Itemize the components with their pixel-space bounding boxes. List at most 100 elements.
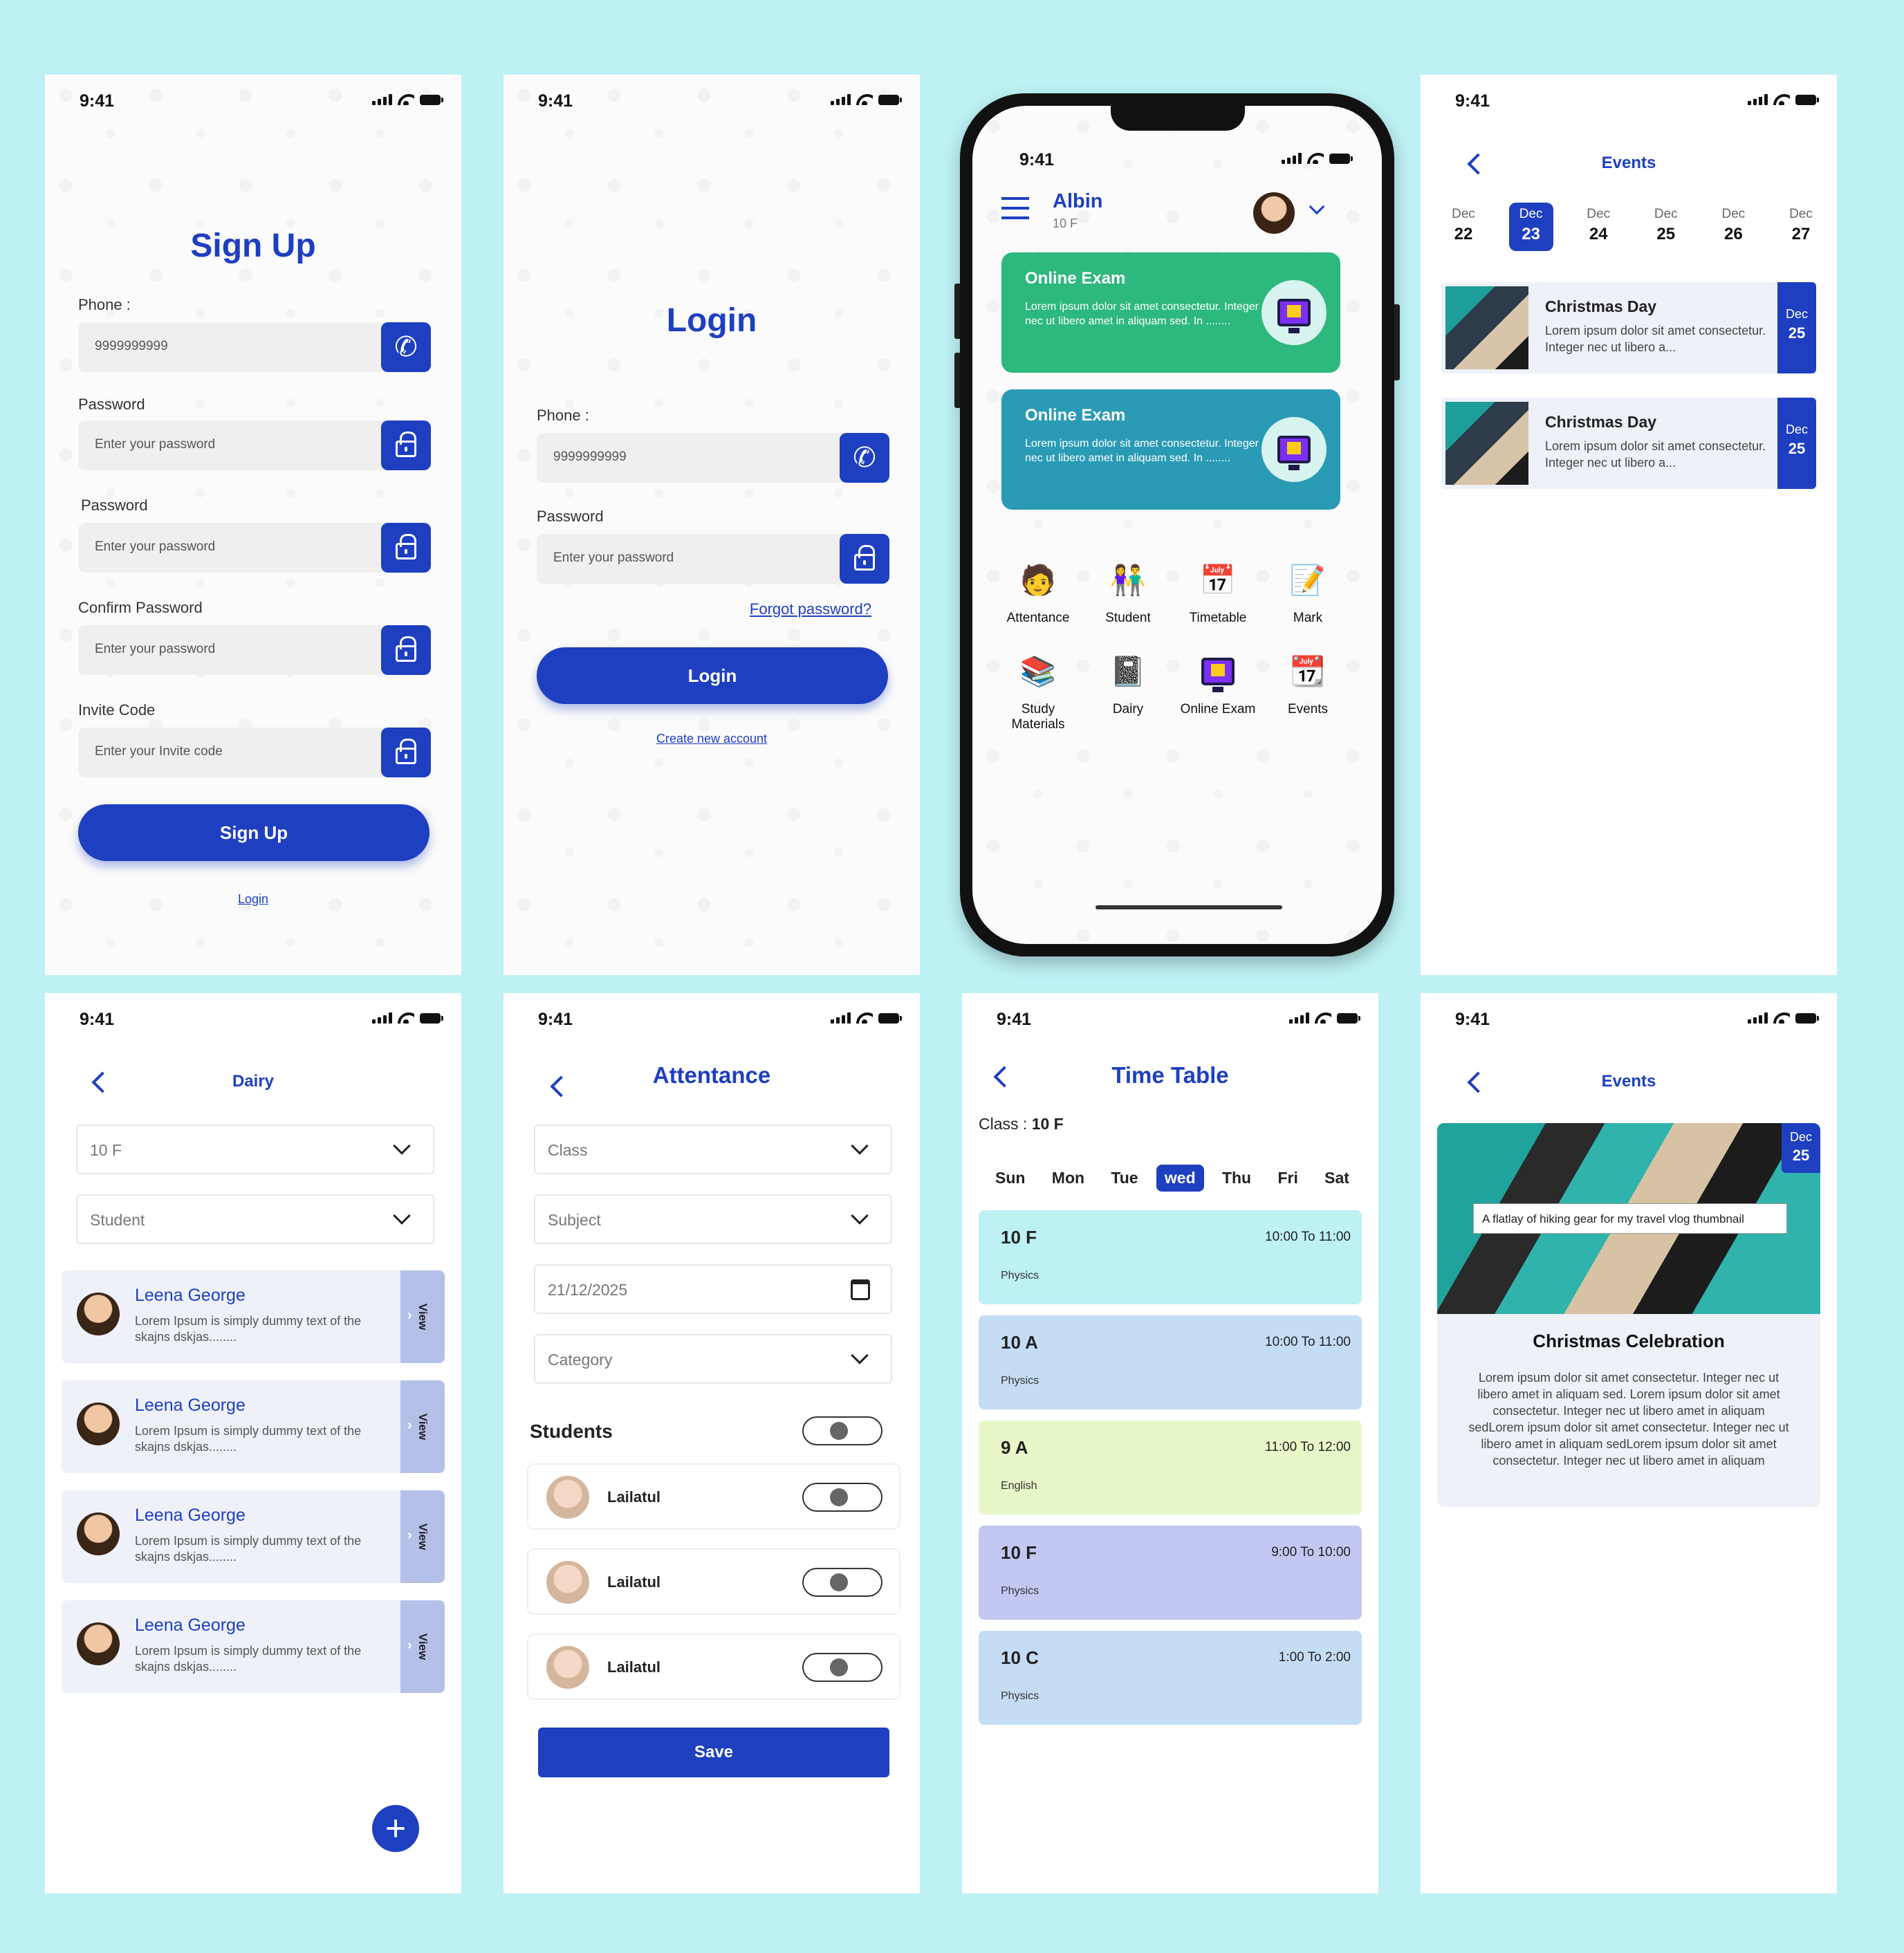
chevron-down-icon[interactable] [1309, 198, 1325, 215]
date-chip[interactable]: Dec 26 [1711, 203, 1755, 251]
save-button[interactable]: Save [538, 1728, 889, 1777]
chevron-down-icon [393, 1137, 411, 1155]
date-month: Dec [1654, 207, 1678, 221]
add-button[interactable]: + [372, 1805, 419, 1852]
notebook-icon: 📓 [1109, 654, 1147, 687]
day-tab-selected[interactable]: wed [1156, 1165, 1204, 1192]
page-title: Dairy [232, 1072, 275, 1091]
date-strip: Dec 22 Dec 23 Dec 24 Dec 25 Dec 26 Dec 27 [1441, 203, 1823, 251]
date-chip[interactable]: Dec 22 [1441, 203, 1486, 251]
battery-icon [878, 94, 902, 105]
select-all-toggle[interactable] [802, 1416, 882, 1445]
signup-button[interactable]: Sign Up [78, 804, 429, 861]
menu-label: Timetable [1189, 611, 1247, 625]
date-chip-selected[interactable]: Dec 23 [1508, 203, 1553, 251]
timetable-slot[interactable]: 10 C 1:00 To 2:00 Physics [979, 1631, 1362, 1725]
dairy-entry[interactable]: Leena George Lorem Ipsum is simply dummy … [62, 1380, 445, 1473]
page-title: Login [666, 302, 757, 339]
password-field-2[interactable]: Enter your password [78, 523, 431, 573]
timetable-slot[interactable]: 10 F 10:00 To 11:00 Physics [979, 1210, 1362, 1304]
menu-attendance[interactable]: 🧑 Attentance [993, 555, 1083, 626]
online-exam-card[interactable]: Online Exam Lorem ipsum dolor sit amet c… [1001, 252, 1340, 373]
view-button[interactable]: › View [400, 1380, 445, 1473]
avatar [546, 1476, 589, 1519]
date-field[interactable]: 21/12/2025 [534, 1264, 892, 1314]
hamburger-menu-icon[interactable] [1001, 197, 1029, 219]
create-account-link[interactable]: Create new account [503, 732, 920, 746]
class-select[interactable]: 10 F [76, 1124, 434, 1174]
view-button[interactable]: › View [400, 1490, 445, 1583]
status-bar: 9:41 [1421, 993, 1837, 1043]
day-tab[interactable]: Fri [1269, 1165, 1306, 1192]
student-select[interactable]: Student [76, 1194, 434, 1244]
date-month: Dec [1721, 207, 1746, 221]
subject-select[interactable]: Subject [534, 1194, 892, 1244]
password-placeholder: Enter your password [553, 550, 674, 565]
timetable-slot[interactable]: 9 A 11:00 To 12:00 English [979, 1420, 1362, 1515]
event-card[interactable]: Christmas Day Lorem ipsum dolor sit amet… [1441, 282, 1816, 373]
confirm-password-label: Confirm Password [78, 599, 203, 616]
timetable-slot[interactable]: 10 F 9:00 To 10:00 Physics [979, 1526, 1362, 1620]
category-select[interactable]: Category [534, 1334, 892, 1384]
confirm-password-field[interactable]: Enter your password [78, 625, 431, 675]
menu-events[interactable]: 📆 Events [1263, 647, 1353, 732]
select-value: Subject [548, 1211, 601, 1229]
menu-timetable[interactable]: 📅 Timetable [1173, 555, 1263, 626]
slot-time: 10:00 To 11:00 [1265, 1230, 1351, 1244]
login-screen: 9:41 Login Phone : 9999999999 ✆ Password… [503, 75, 920, 975]
attendance-toggle[interactable] [802, 1653, 882, 1682]
login-button[interactable]: Login [537, 647, 888, 704]
phone-icon: ✆ [840, 433, 889, 483]
timetable-slot[interactable]: 10 A 10:00 To 11:00 Physics [979, 1315, 1362, 1409]
class-value: 10 F [1031, 1115, 1064, 1133]
attendance-toggle[interactable] [802, 1568, 882, 1597]
menu-student[interactable]: 👫 Student [1083, 555, 1173, 626]
day-tab[interactable]: Thu [1214, 1165, 1259, 1192]
event-thumbnail [1445, 286, 1528, 369]
date-chip[interactable]: Dec 27 [1779, 203, 1823, 251]
online-exam-card[interactable]: Online Exam Lorem ipsum dolor sit amet c… [1001, 389, 1340, 510]
signal-icon [831, 94, 851, 105]
avatar [546, 1646, 589, 1689]
date-chip[interactable]: Dec 24 [1576, 203, 1620, 251]
dairy-entry[interactable]: Leena George Lorem Ipsum is simply dummy … [62, 1270, 445, 1363]
day-tab[interactable]: Sat [1316, 1165, 1358, 1192]
forgot-password-link[interactable]: Forgot password? [750, 600, 871, 618]
entry-desc: Lorem Ipsum is simply dummy text of the … [135, 1424, 362, 1454]
menu-online-exam[interactable]: Online Exam [1173, 647, 1263, 732]
menu-label: Mark [1293, 611, 1323, 625]
password-field[interactable]: Enter your password [537, 534, 889, 584]
phone-field[interactable]: 9999999999 ✆ [537, 433, 889, 483]
view-button[interactable]: › View [400, 1600, 445, 1693]
date-month: Dec [1587, 207, 1611, 221]
entry-name: Leena George [135, 1616, 246, 1635]
dairy-entry[interactable]: Leena George Lorem Ipsum is simply dummy … [62, 1490, 445, 1583]
image-caption: A flatlay of hiking gear for my travel v… [1473, 1203, 1787, 1234]
menu-mark[interactable]: 📝 Mark [1263, 555, 1353, 626]
entry-name: Leena George [135, 1396, 246, 1415]
login-link[interactable]: Login [45, 892, 461, 907]
menu-dairy[interactable]: 📓 Dairy [1083, 647, 1173, 732]
menu-study-materials[interactable]: 📚 Study Materials [993, 647, 1083, 732]
wifi-icon [1315, 1012, 1331, 1024]
exam-paper-icon: 📝 [1289, 563, 1327, 596]
student-name: Lailatul [607, 1488, 661, 1506]
phone-field[interactable]: 9999999999 ✆ [78, 322, 431, 372]
event-date-badge: Dec 25 [1782, 1123, 1820, 1173]
class-select[interactable]: Class [534, 1124, 892, 1174]
date-chip[interactable]: Dec 25 [1644, 203, 1688, 251]
entry-desc: Lorem Ipsum is simply dummy text of the … [135, 1534, 362, 1564]
password-field[interactable]: Enter your password [78, 420, 431, 470]
view-button[interactable]: › View [400, 1270, 445, 1363]
avatar[interactable] [1253, 192, 1295, 234]
dairy-entry[interactable]: Leena George Lorem Ipsum is simply dummy … [62, 1600, 445, 1693]
day-tab[interactable]: Sun [987, 1165, 1033, 1192]
attendance-toggle[interactable] [802, 1483, 882, 1512]
day-tab[interactable]: Tue [1102, 1165, 1146, 1192]
status-bar: 9:41 [972, 133, 1382, 183]
menu-label: Dairy [1112, 702, 1144, 716]
invite-code-field[interactable]: Enter your Invite code [78, 728, 431, 777]
lock-icon [381, 523, 431, 573]
event-card[interactable]: Christmas Day Lorem ipsum dolor sit amet… [1441, 398, 1816, 489]
day-tab[interactable]: Mon [1044, 1165, 1093, 1192]
